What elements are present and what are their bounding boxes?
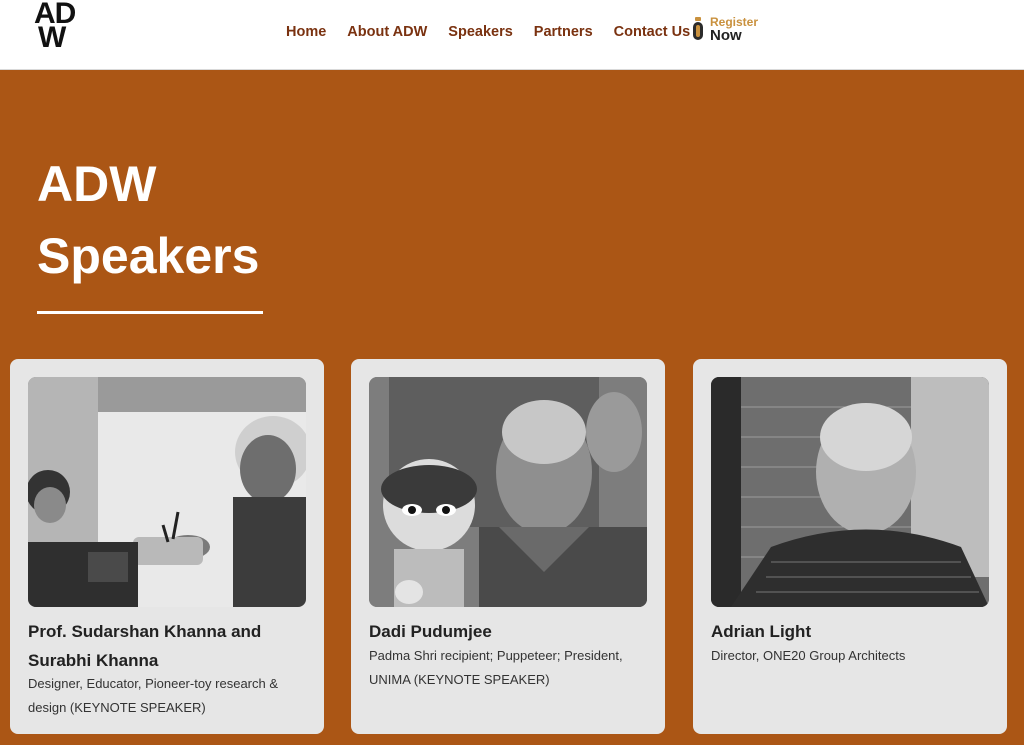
speaker-role: Designer, Educator, Pioneer-toy research… <box>28 676 279 715</box>
speaker-card[interactable]: Adrian Light Director, ONE20 Group Archi… <box>693 359 1007 734</box>
location-pin-icon <box>693 17 703 40</box>
speaker-role: Director, ONE20 Group Architects <box>711 648 906 663</box>
now-label: Now <box>710 27 742 44</box>
nav-contact-us[interactable]: Contact Us <box>614 24 691 40</box>
speaker-card[interactable]: Dadi Pudumjee Padma Shri recipient; Pupp… <box>351 359 665 734</box>
speaker-card[interactable]: Prof. Sudarshan Khanna and Surabhi Khann… <box>10 359 324 734</box>
speaker-name: Dadi Pudumjee <box>369 622 492 641</box>
nav-speakers[interactable]: Speakers <box>448 24 513 40</box>
page-title-line-2: Speakers <box>37 228 260 284</box>
register-now-button[interactable]: Register Now <box>692 14 764 44</box>
title-divider <box>37 311 263 314</box>
speaker-photo <box>711 377 989 607</box>
speaker-photo <box>28 377 306 607</box>
main-nav: Home About ADW Speakers Partners Contact… <box>286 22 711 42</box>
logo-line-2: W <box>38 21 66 54</box>
site-header: AD W Home About ADW Speakers Partners Co… <box>0 0 1024 70</box>
speaker-role: Padma Shri recipient; Puppeteer; Preside… <box>369 648 623 687</box>
adw-logo[interactable]: AD W <box>34 0 96 54</box>
nav-partners[interactable]: Partners <box>534 24 593 40</box>
nav-home[interactable]: Home <box>286 24 326 40</box>
speaker-name: Prof. Sudarshan Khanna and Surabhi Khann… <box>28 622 262 670</box>
nav-about-adw[interactable]: About ADW <box>347 24 427 40</box>
page-title: ADW Speakers <box>37 148 259 292</box>
speaker-photo <box>369 377 647 607</box>
page-title-line-1: ADW <box>37 156 157 212</box>
speaker-name: Adrian Light <box>711 622 812 641</box>
